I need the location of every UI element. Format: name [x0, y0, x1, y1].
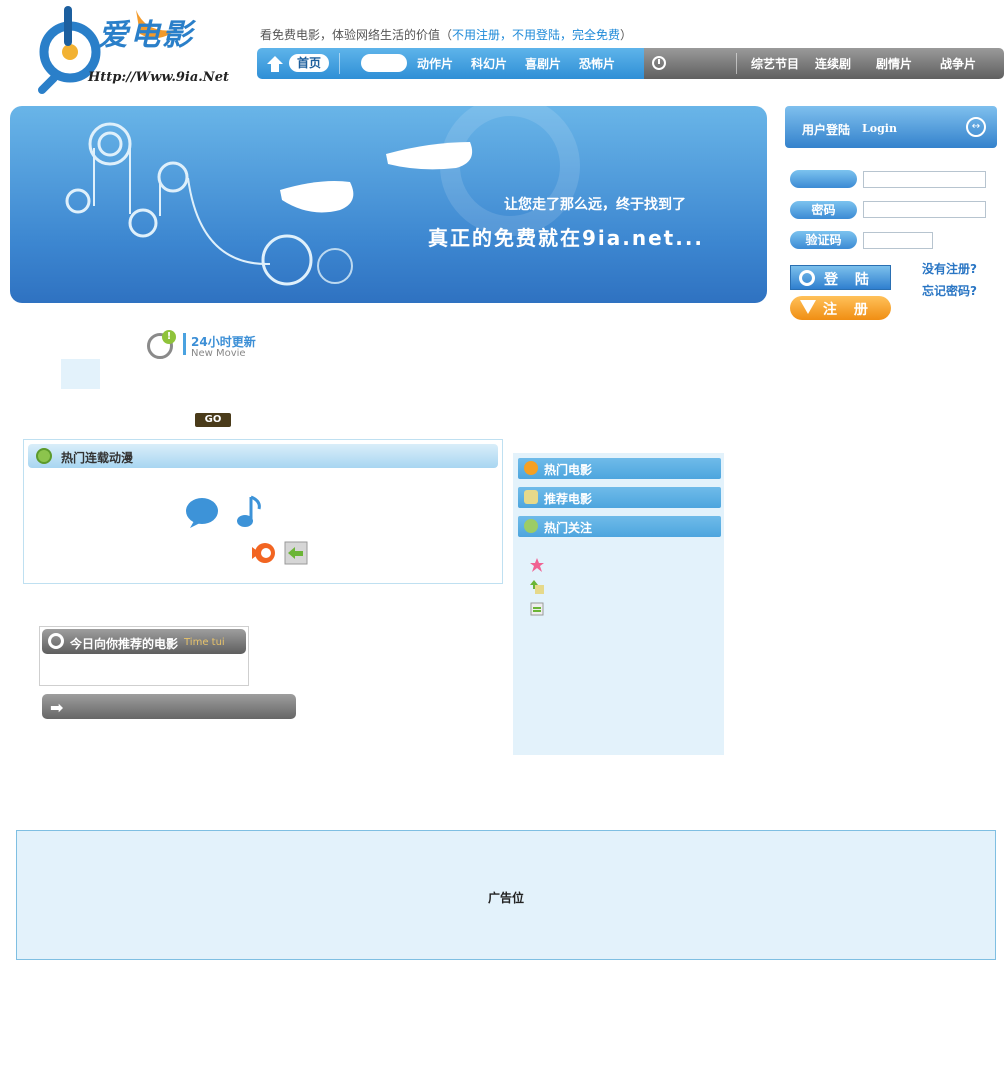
- nav-home[interactable]: 首页: [289, 54, 329, 72]
- hot-tab-movies[interactable]: 热门电影: [518, 458, 721, 479]
- nav-item-drama[interactable]: 剧情片: [876, 55, 912, 72]
- nav-right-icon: [652, 56, 666, 70]
- anime-panel: 热门连载动漫: [23, 439, 503, 584]
- music-note-icon[interactable]: [233, 495, 267, 529]
- update-subtitle: New Movie: [191, 348, 246, 359]
- ad-label: 广告位: [487, 891, 524, 905]
- nav-item-horror[interactable]: 恐怖片: [579, 55, 615, 72]
- captcha-label: 验证码: [790, 231, 857, 249]
- anime-panel-header: 热门连载动漫: [28, 444, 498, 468]
- upload-icon: [530, 580, 544, 594]
- alert-icon: !: [162, 330, 176, 344]
- hot-tab-recommended[interactable]: 推荐电影: [518, 487, 721, 508]
- forgot-password-link[interactable]: 忘记密码?: [922, 282, 977, 299]
- go-button[interactable]: GO: [195, 413, 231, 427]
- banner-line2: 真正的免费就在9ia.net...: [428, 226, 705, 250]
- nav-item-variety[interactable]: 综艺节目: [751, 55, 799, 72]
- update-badge: ! 24小时更新 New Movie: [147, 330, 267, 362]
- username-input[interactable]: [863, 171, 986, 188]
- login-button[interactable]: 登 陆: [790, 265, 891, 290]
- banner-line1: 让您走了那么远，终于找到了: [504, 197, 686, 213]
- captcha-input[interactable]: [863, 232, 933, 249]
- password-label: 密码: [790, 201, 857, 219]
- username-label: [790, 170, 857, 188]
- list-icon: [530, 602, 544, 616]
- today-recommend-panel: 今日向你推荐的电影 Time tui: [39, 626, 249, 686]
- chat-icon: [524, 519, 538, 533]
- more-bar[interactable]: ➡: [42, 694, 296, 719]
- tagline: 看免费电影，体验网络生活的价值（不用注册，不用登陆，完全免费）: [260, 26, 632, 43]
- history-icon: [36, 448, 52, 464]
- expand-icon[interactable]: ↔: [966, 117, 986, 137]
- hot-column: 热门电影 推荐电影 热门关注: [513, 453, 724, 755]
- login-title-en: Login: [862, 122, 897, 135]
- password-input[interactable]: [863, 201, 986, 218]
- nav-item-action[interactable]: 动作片: [417, 55, 453, 72]
- hot-tab-attention[interactable]: 热门关注: [518, 516, 721, 537]
- logo-url: Http://Www.9ia.Net: [88, 70, 229, 85]
- hero-banner: 让您走了那么远，终于找到了 真正的免费就在9ia.net...: [10, 106, 767, 303]
- today-title: 今日向你推荐的电影: [70, 637, 179, 651]
- register-triangle-icon: [800, 300, 816, 314]
- tagline-highlight[interactable]: 不用注册，不用登陆，完全免费: [452, 28, 620, 42]
- home-icon[interactable]: [265, 54, 285, 74]
- back-arrow-icon[interactable]: [283, 540, 309, 566]
- document-icon: [524, 490, 538, 504]
- nav-right-section: 综艺节目 连续剧 剧情片 战争片: [644, 48, 1004, 79]
- nav-item-scifi[interactable]: 科幻片: [471, 55, 507, 72]
- login-circle-icon: [799, 270, 815, 286]
- login-header: 用户登陆 Login ↔: [785, 106, 997, 148]
- tagline-prefix: 看免费电影，体验网络生活的价值（: [260, 28, 453, 42]
- today-subtitle: Time tui: [184, 637, 225, 648]
- today-header: 今日向你推荐的电影 Time tui: [42, 629, 246, 654]
- no-account-link[interactable]: 没有注册?: [922, 260, 977, 277]
- nav-divider: [339, 53, 340, 74]
- star-icon: [530, 558, 544, 572]
- play-icon[interactable]: [252, 541, 278, 565]
- login-title: 用户登陆: [802, 123, 851, 137]
- nav-left-section: 首页 动作片 科幻片 喜剧片 恐怖片: [257, 48, 644, 79]
- nav-item-series[interactable]: 连续剧: [815, 55, 851, 72]
- anime-panel-title: 热门连载动漫: [61, 451, 134, 465]
- ad-slot[interactable]: 广告位: [16, 830, 996, 960]
- nav-blank-pill[interactable]: [361, 54, 407, 72]
- main-nav: 首页 动作片 科幻片 喜剧片 恐怖片 综艺节目 连续剧 剧情片 战争片: [257, 48, 1004, 79]
- site-logo[interactable]: 爱电影 Http://Www.9ia.Net: [36, 4, 229, 94]
- user-icon: [524, 461, 538, 475]
- nav-divider: [736, 53, 737, 74]
- chat-bubble-icon[interactable]: [184, 495, 224, 529]
- nav-item-war[interactable]: 战争片: [940, 55, 976, 72]
- nav-item-comedy[interactable]: 喜剧片: [525, 55, 561, 72]
- logo-text: 爱电影: [98, 18, 194, 53]
- today-circle-icon: [48, 633, 64, 649]
- arrow-right-icon: ➡: [50, 698, 64, 717]
- register-button[interactable]: 注 册: [790, 296, 891, 320]
- tagline-suffix: ）: [620, 28, 633, 42]
- placeholder-box: [61, 359, 100, 389]
